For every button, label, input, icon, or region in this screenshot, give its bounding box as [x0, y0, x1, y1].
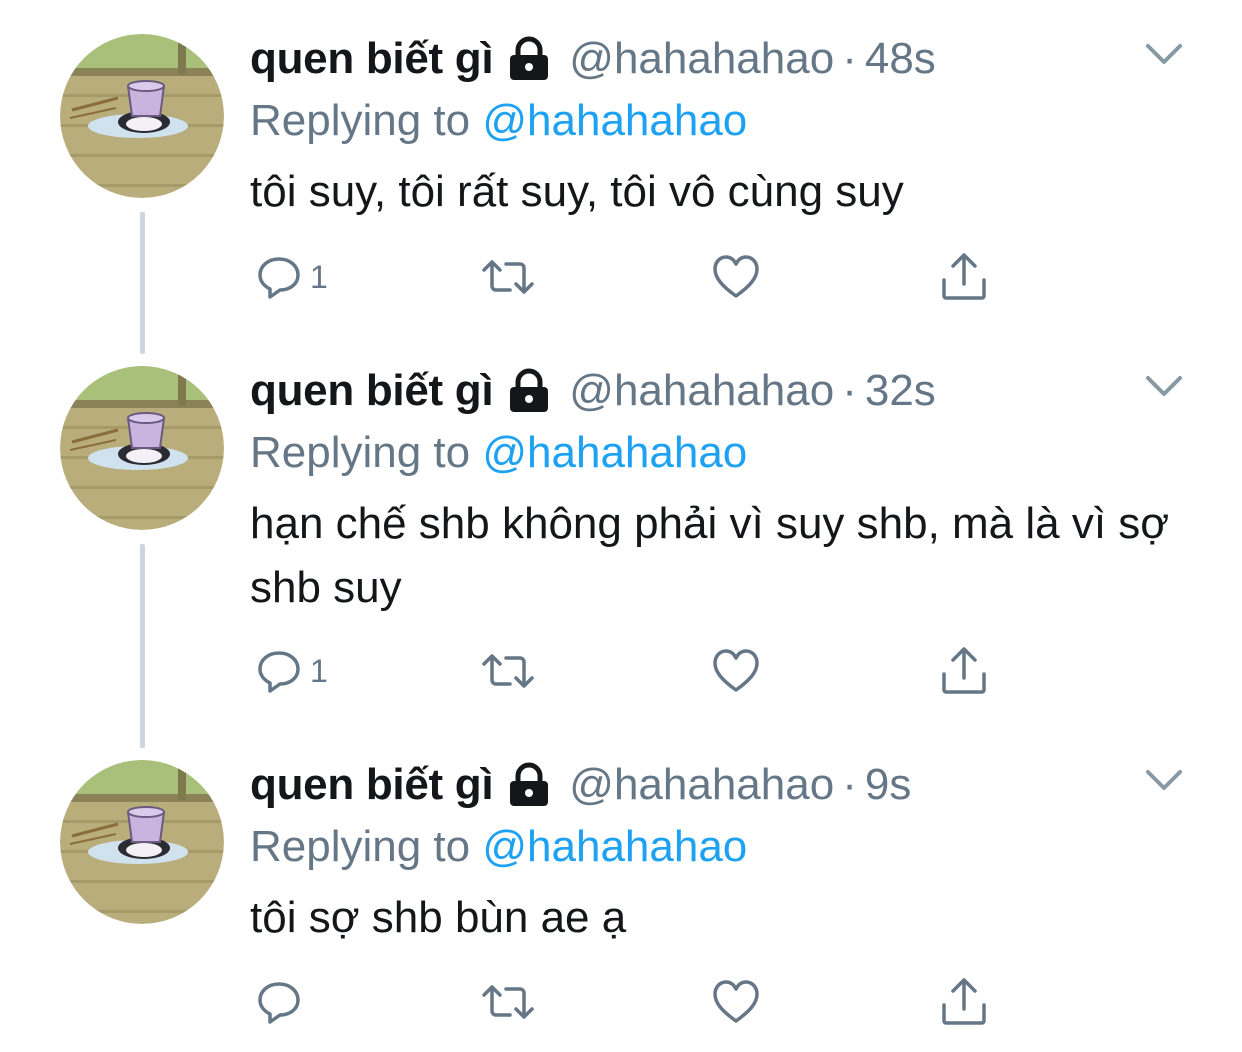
mention-link[interactable]: @hahahahao: [482, 428, 747, 477]
retweet-icon: [480, 254, 536, 300]
timestamp[interactable]: 32s: [865, 366, 936, 416]
heart-icon: [712, 254, 760, 300]
lock-icon: [507, 36, 551, 82]
separator-dot: ·: [842, 760, 857, 809]
chevron-down-icon[interactable]: [1144, 40, 1184, 68]
reply-button[interactable]: [256, 974, 310, 1030]
retweet-icon: [480, 648, 536, 694]
avatar[interactable]: [60, 366, 224, 530]
separator-dot: ·: [842, 34, 857, 83]
chevron-down-icon[interactable]: [1144, 372, 1184, 400]
thread-line: [140, 544, 145, 748]
separator-dot: ·: [842, 366, 857, 415]
lock-icon: [507, 762, 551, 808]
tweet-text: tôi suy, tôi rất suy, tôi vô cùng suy: [250, 167, 904, 216]
replying-prefix: Replying to: [250, 96, 483, 145]
share-icon: [940, 977, 988, 1027]
tweet-header: quen biết gì @hahahahao · 9s: [250, 760, 911, 810]
avatar[interactable]: [60, 760, 224, 924]
retweet-button[interactable]: [480, 249, 536, 305]
reply-count: 1: [310, 652, 328, 689]
replying-to: Replying to @hahahahao: [250, 822, 747, 872]
reply-icon: [256, 979, 302, 1025]
user-handle[interactable]: @hahahahao: [569, 760, 834, 810]
tweet-text: hạn chế shb không phải vì suy shb, mà là…: [250, 499, 1170, 612]
retweet-icon: [480, 979, 536, 1025]
share-button[interactable]: [940, 974, 988, 1030]
heart-icon: [712, 648, 760, 694]
action-bar: 1: [250, 249, 1010, 305]
retweet-button[interactable]: [480, 974, 536, 1030]
retweet-button[interactable]: [480, 643, 536, 699]
reply-button[interactable]: 1: [256, 643, 328, 699]
mention-link[interactable]: @hahahahao: [482, 822, 747, 871]
reply-icon: [256, 254, 302, 300]
like-button[interactable]: [712, 974, 760, 1030]
thread-line: [140, 212, 145, 354]
action-bar: [250, 974, 1010, 1030]
action-bar: 1: [250, 643, 1010, 699]
reply-button[interactable]: 1: [256, 249, 328, 305]
reply-icon: [256, 648, 302, 694]
replying-prefix: Replying to: [250, 428, 483, 477]
share-button[interactable]: [940, 249, 988, 305]
replying-to: Replying to @hahahahao: [250, 428, 747, 478]
tweet-header: quen biết gì @hahahahao · 32s: [250, 366, 936, 416]
heart-icon: [712, 979, 760, 1025]
mention-link[interactable]: @hahahahao: [482, 96, 747, 145]
display-name[interactable]: quen biết gì: [250, 760, 494, 810]
tweet-text: tôi sợ shb bùn ae ạ: [250, 893, 627, 942]
tweet-header: quen biết gì @hahahahao · 48s: [250, 34, 936, 84]
display-name[interactable]: quen biết gì: [250, 34, 494, 84]
share-icon: [940, 252, 988, 302]
chevron-down-icon[interactable]: [1144, 766, 1184, 794]
display-name[interactable]: quen biết gì: [250, 366, 494, 416]
share-button[interactable]: [940, 643, 988, 699]
avatar[interactable]: [60, 34, 224, 198]
like-button[interactable]: [712, 249, 760, 305]
share-icon: [940, 646, 988, 696]
replying-to: Replying to @hahahahao: [250, 96, 747, 146]
replying-prefix: Replying to: [250, 822, 483, 871]
timestamp[interactable]: 9s: [865, 760, 911, 810]
reply-count: 1: [310, 258, 328, 295]
user-handle[interactable]: @hahahahao: [569, 366, 834, 416]
lock-icon: [507, 368, 551, 414]
like-button[interactable]: [712, 643, 760, 699]
timestamp[interactable]: 48s: [865, 34, 936, 84]
user-handle[interactable]: @hahahahao: [569, 34, 834, 84]
